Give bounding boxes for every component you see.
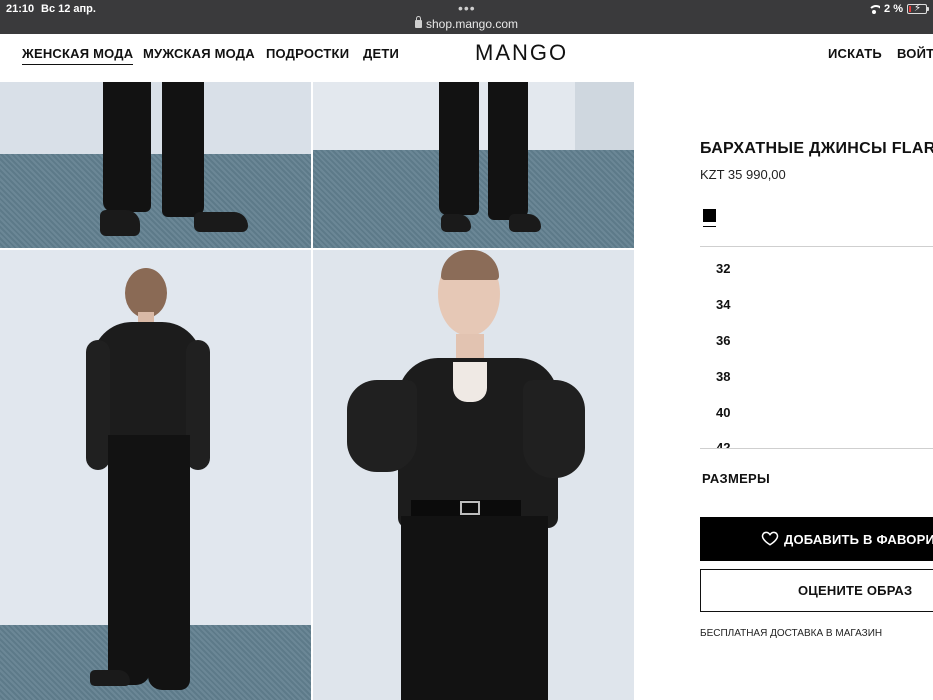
color-swatch-selected-indicator xyxy=(703,226,716,227)
address-bar[interactable]: shop.mango.com xyxy=(0,16,933,31)
battery-icon: ⚡ xyxy=(907,3,929,14)
color-swatch-black[interactable] xyxy=(703,209,716,222)
site-header: ЖЕНСКАЯ МОДА МУЖСКАЯ МОДА ПОДРОСТКИ ДЕТИ… xyxy=(0,34,933,82)
product-price: KZT 35 990,00 xyxy=(700,167,786,182)
ios-status-bar: 21:10 Вс 12 апр. ••• shop.mango.com 2 % … xyxy=(0,0,933,34)
nav-teens[interactable]: ПОДРОСТКИ xyxy=(266,46,349,61)
rate-look-label: ОЦЕНИТЕ ОБРАЗ xyxy=(798,583,913,598)
product-photo-front[interactable] xyxy=(313,250,634,700)
wifi-icon xyxy=(868,4,881,14)
product-gallery xyxy=(0,82,634,700)
nav-men[interactable]: МУЖСКАЯ МОДА xyxy=(143,46,255,61)
size-option[interactable]: 38 xyxy=(716,369,730,384)
free-delivery-note: БЕСПЛАТНАЯ ДОСТАВКА В МАГАЗИН xyxy=(700,628,883,639)
add-to-favorites-label: ДОБАВИТЬ В ФАВОРИТЫ xyxy=(784,531,933,547)
mango-logo[interactable]: MANGO xyxy=(475,40,568,66)
size-option[interactable]: 34 xyxy=(716,297,730,312)
size-selector-list[interactable]: 32 34 36 38 40 42 xyxy=(700,246,933,449)
size-option[interactable]: 42 xyxy=(716,440,730,448)
nav-women[interactable]: ЖЕНСКАЯ МОДА xyxy=(22,46,134,65)
sizes-guide-link[interactable]: РАЗМЕРЫ xyxy=(702,471,770,486)
address-url: shop.mango.com xyxy=(425,17,519,31)
login-link[interactable]: ВОЙТИ xyxy=(897,46,933,61)
status-date: Вс 12 апр. xyxy=(41,3,96,15)
product-photo-legs-side[interactable] xyxy=(313,82,634,248)
add-to-favorites-button[interactable]: ДОБАВИТЬ В ФАВОРИТЫ xyxy=(700,517,933,561)
lock-icon xyxy=(414,16,422,28)
heart-icon xyxy=(761,531,779,546)
product-title: БАРХАТНЫЕ ДЖИНСЫ FLARE xyxy=(700,140,933,157)
product-photo-legs-front[interactable] xyxy=(0,82,311,248)
search-link[interactable]: ИСКАТЬ xyxy=(828,46,882,61)
status-right: 2 % ⚡ xyxy=(868,3,929,15)
battery-percent: 2 % xyxy=(884,3,903,15)
nav-kids[interactable]: ДЕТИ xyxy=(363,46,399,61)
status-time: 21:10 xyxy=(6,3,35,15)
size-option[interactable]: 32 xyxy=(716,261,730,276)
size-option[interactable]: 40 xyxy=(716,405,730,420)
rate-look-button[interactable]: ОЦЕНИТЕ ОБРАЗ xyxy=(700,569,933,612)
product-photo-back[interactable] xyxy=(0,250,311,700)
more-dots-icon[interactable]: ••• xyxy=(458,0,476,16)
size-option[interactable]: 36 xyxy=(716,333,730,348)
